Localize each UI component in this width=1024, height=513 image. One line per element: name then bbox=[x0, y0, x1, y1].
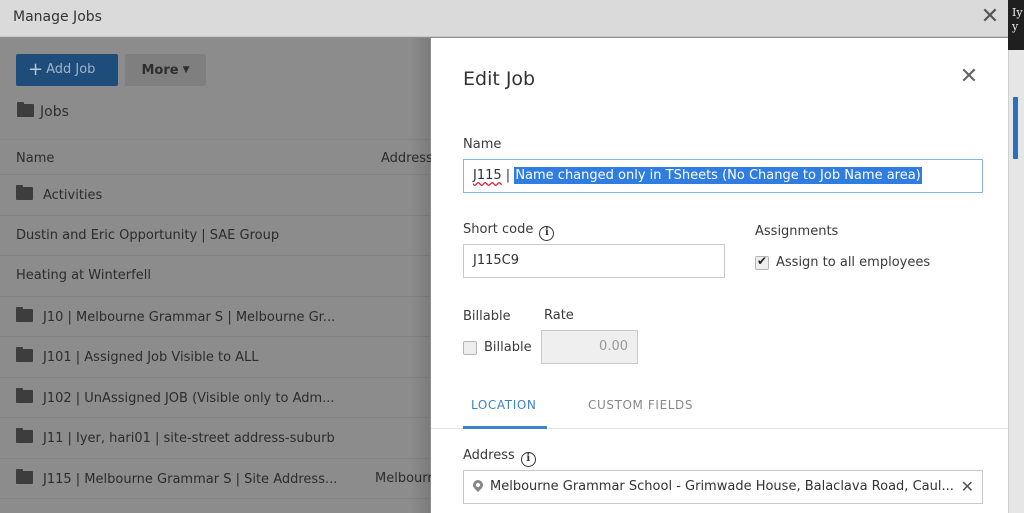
folder-icon bbox=[17, 102, 34, 117]
dialog-title: Edit Job bbox=[463, 68, 536, 90]
billable-checkbox[interactable] bbox=[463, 341, 477, 355]
table-row[interactable]: J115 | Melbourne Grammar S | Site Addres… bbox=[0, 459, 444, 499]
tab-custom-fields[interactable]: CUSTOM FIELDS bbox=[588, 398, 693, 412]
scrollbar-thumb[interactable] bbox=[1013, 97, 1018, 159]
row-name-text: J115 | Melbourne Grammar S | Site Addres… bbox=[43, 471, 338, 487]
caret-down-icon: ▼ bbox=[182, 65, 190, 75]
table-row[interactable]: Activities bbox=[0, 175, 430, 216]
title-bar: Manage Jobs ✕ bbox=[0, 0, 1008, 37]
rate-input[interactable]: 0.00 bbox=[541, 330, 638, 364]
table-row[interactable]: J101 | Assigned Job Visible to ALL bbox=[0, 337, 430, 378]
active-tab-indicator bbox=[463, 426, 547, 429]
assign-all-checkbox[interactable] bbox=[755, 254, 769, 270]
address-label: Address i bbox=[463, 448, 536, 467]
folder-icon bbox=[16, 306, 33, 322]
short-code-label-text: Short code bbox=[463, 222, 534, 237]
more-dropdown-button[interactable]: More ▼ bbox=[125, 54, 206, 86]
breadcrumb[interactable]: Jobs bbox=[17, 102, 69, 120]
row-name: J115 | Melbourne Grammar S | Site Addres… bbox=[16, 468, 338, 487]
info-icon[interactable]: i bbox=[539, 226, 555, 241]
assign-all-label[interactable]: Assign to all employees bbox=[776, 255, 930, 270]
background-window-edge: Iy y bbox=[1008, 0, 1024, 50]
rate-label: Rate bbox=[544, 308, 574, 323]
row-name-text: Heating at Winterfell bbox=[16, 268, 151, 283]
add-job-button[interactable]: + Add Job bbox=[16, 54, 118, 86]
row-name-text: J10 | Melbourne Grammar S | Melbourne Gr… bbox=[43, 309, 336, 325]
row-name: J101 | Assigned Job Visible to ALL bbox=[16, 347, 259, 365]
folder-icon bbox=[16, 185, 33, 200]
dialog-close-icon[interactable]: ✕ bbox=[958, 66, 980, 88]
scrollbar-track[interactable] bbox=[1008, 0, 1024, 513]
assignments-label: Assignments bbox=[755, 224, 839, 239]
address-info-icon[interactable]: i bbox=[520, 452, 536, 467]
name-prefix: J115 bbox=[473, 168, 502, 183]
address-input[interactable]: Melbourne Grammar School - Grimwade Hous… bbox=[463, 470, 983, 504]
name-label: Name bbox=[463, 137, 502, 152]
folder-icon bbox=[16, 468, 33, 484]
row-name: Activities bbox=[16, 185, 103, 203]
folder-icon bbox=[16, 347, 33, 362]
breadcrumb-label: Jobs bbox=[40, 104, 69, 120]
more-label: More bbox=[141, 63, 179, 78]
folder-icon bbox=[16, 387, 33, 403]
billable-label: Billable bbox=[463, 309, 511, 324]
name-selected-text: Name changed only in TSheets (No Change … bbox=[514, 167, 922, 184]
row-name-text: Dustin and Eric Opportunity | SAE Group bbox=[16, 227, 280, 243]
address-label-text: Address bbox=[463, 448, 515, 463]
row-name-text: J102 | UnAssigned JOB (Visible only to A… bbox=[43, 390, 335, 406]
short-code-label: Short code i bbox=[463, 222, 555, 241]
name-separator: | bbox=[501, 168, 515, 183]
dialog-tabs: LOCATION CUSTOM FIELDS bbox=[431, 383, 1008, 429]
row-name: Heating at Winterfell bbox=[16, 268, 151, 283]
table-header: Name Address bbox=[0, 139, 433, 175]
row-name-text: Activities bbox=[43, 188, 103, 203]
window-title: Manage Jobs bbox=[13, 9, 102, 25]
short-code-input[interactable]: J115C9 bbox=[463, 244, 725, 278]
table-row[interactable]: J10 | Melbourne Grammar S | Melbourne Gr… bbox=[0, 297, 430, 337]
row-name-text: J11 | Iyer, hari01 | site-street address… bbox=[43, 431, 335, 446]
table-row[interactable]: Heating at Winterfell bbox=[0, 256, 430, 297]
clear-address-icon[interactable]: ✕ bbox=[961, 471, 974, 503]
table-row[interactable]: J102 | UnAssigned JOB (Visible only to A… bbox=[0, 378, 430, 418]
billable-checkbox-label[interactable]: Billable bbox=[484, 340, 532, 355]
window-close-icon[interactable]: ✕ bbox=[978, 5, 1002, 29]
map-pin-icon bbox=[470, 477, 486, 493]
edit-job-dialog: Edit Job ✕ Name J115 | Name changed only… bbox=[431, 38, 1008, 513]
add-job-label: Add Job bbox=[46, 62, 96, 77]
name-input[interactable]: J115 | Name changed only in TSheets (No … bbox=[463, 159, 983, 193]
table-row[interactable]: J11 | Iyer, hari01 | site-street address… bbox=[0, 418, 430, 459]
manage-jobs-window: Manage Jobs ✕ + Add Job More ▼ Jobs Name A… bbox=[0, 0, 1008, 513]
plus-icon: + bbox=[28, 59, 44, 80]
column-header-name[interactable]: Name bbox=[16, 151, 54, 166]
row-name: J10 | Melbourne Grammar S | Melbourne Gr… bbox=[16, 306, 336, 325]
row-name-text: J101 | Assigned Job Visible to ALL bbox=[43, 350, 259, 365]
tab-location[interactable]: LOCATION bbox=[471, 398, 536, 412]
folder-icon bbox=[16, 428, 33, 443]
dialog-shadow bbox=[410, 38, 430, 513]
row-name: J102 | UnAssigned JOB (Visible only to A… bbox=[16, 387, 335, 406]
row-name: J11 | Iyer, hari01 | site-street address… bbox=[16, 428, 335, 446]
address-value: Melbourne Grammar School - Grimwade Hous… bbox=[490, 479, 954, 494]
row-name: Dustin and Eric Opportunity | SAE Group bbox=[16, 228, 279, 243]
table-row[interactable]: Dustin and Eric Opportunity | SAE Group bbox=[0, 216, 430, 256]
jobs-table: Name Address Activities Dustin and Eric O… bbox=[0, 139, 444, 499]
